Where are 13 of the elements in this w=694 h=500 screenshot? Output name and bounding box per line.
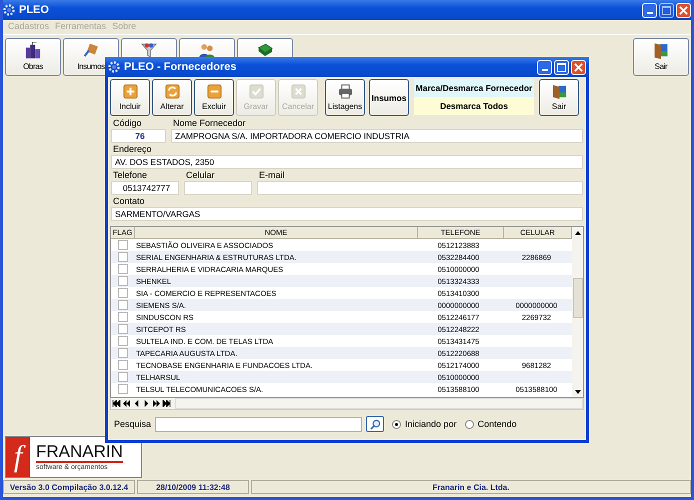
status-panel: Versão 3.0 Compilação 3.0.12.4 xyxy=(3,480,135,494)
field-label: Endereço xyxy=(112,144,153,155)
field-label: Telefone xyxy=(112,170,148,181)
field-label: Nome Fornecedor xyxy=(172,118,247,129)
dialog-title: PLEO - Fornecedores xyxy=(124,61,238,73)
field-label: Código xyxy=(112,118,143,129)
status-panel: Franarin e Cia. Ltda. xyxy=(251,480,691,494)
window-title: PLEO xyxy=(19,4,50,16)
field-label: E-mail xyxy=(258,170,286,181)
field-label: Contato xyxy=(112,196,146,207)
search-label: Pesquisa xyxy=(114,419,152,429)
field-label: Celular xyxy=(185,170,216,181)
status-panel: 28/10/2009 11:32:48 xyxy=(137,480,249,494)
